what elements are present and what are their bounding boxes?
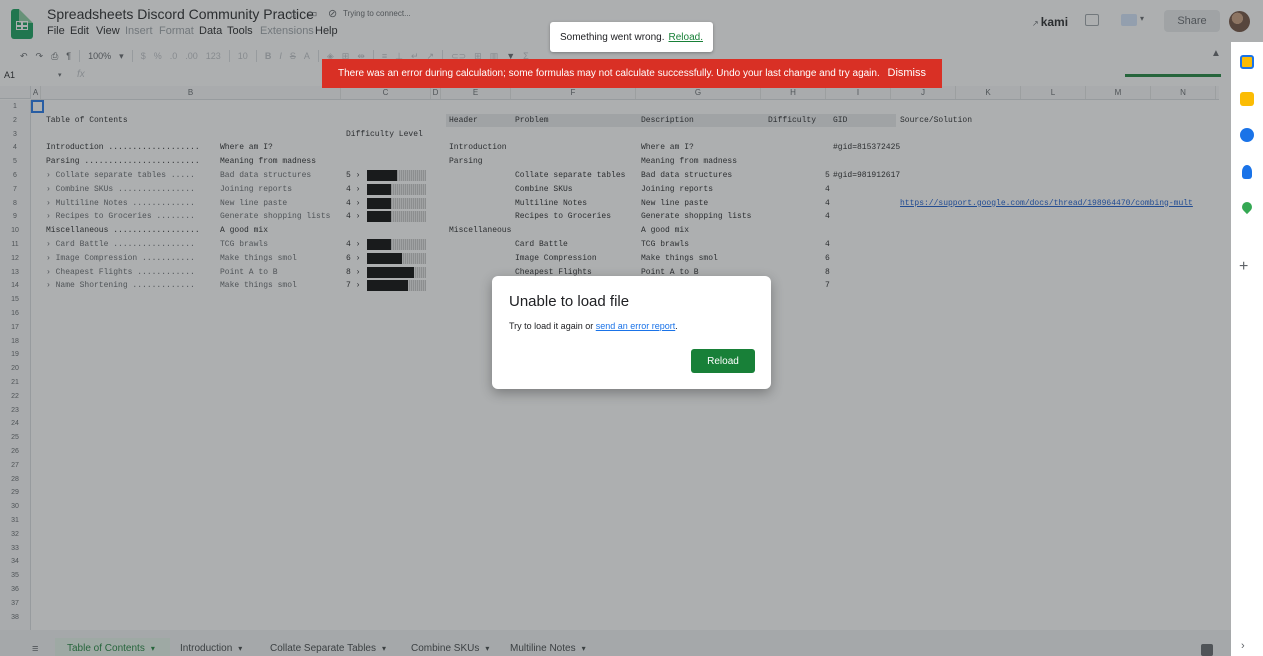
contacts-icon[interactable] <box>1242 165 1252 179</box>
error-toast: Something went wrong. Reload. <box>550 22 713 52</box>
calculation-error-banner: There was an error during calculation; s… <box>322 59 942 88</box>
chevron-right-icon[interactable]: › <box>1241 640 1245 652</box>
toast-message: Something went wrong. <box>560 31 665 43</box>
side-panel-rail <box>1231 42 1263 656</box>
banner-message: There was an error during calculation; s… <box>338 68 880 79</box>
sheets-addon-icon[interactable] <box>1240 55 1254 69</box>
dialog-title: Unable to load file <box>509 293 630 310</box>
add-addon-icon[interactable]: + <box>1239 258 1248 276</box>
keep-icon[interactable] <box>1240 92 1254 106</box>
dialog-body: Try to load it again or send an error re… <box>509 321 678 331</box>
send-error-report-link[interactable]: send an error report <box>596 321 676 331</box>
unable-to-load-dialog: Unable to load file Try to load it again… <box>492 276 771 389</box>
toast-reload-link[interactable]: Reload. <box>669 32 703 43</box>
dismiss-button[interactable]: Dismiss <box>888 67 927 79</box>
maps-icon[interactable] <box>1239 199 1255 215</box>
tasks-icon[interactable] <box>1240 128 1254 142</box>
reload-button[interactable]: Reload <box>691 349 755 373</box>
